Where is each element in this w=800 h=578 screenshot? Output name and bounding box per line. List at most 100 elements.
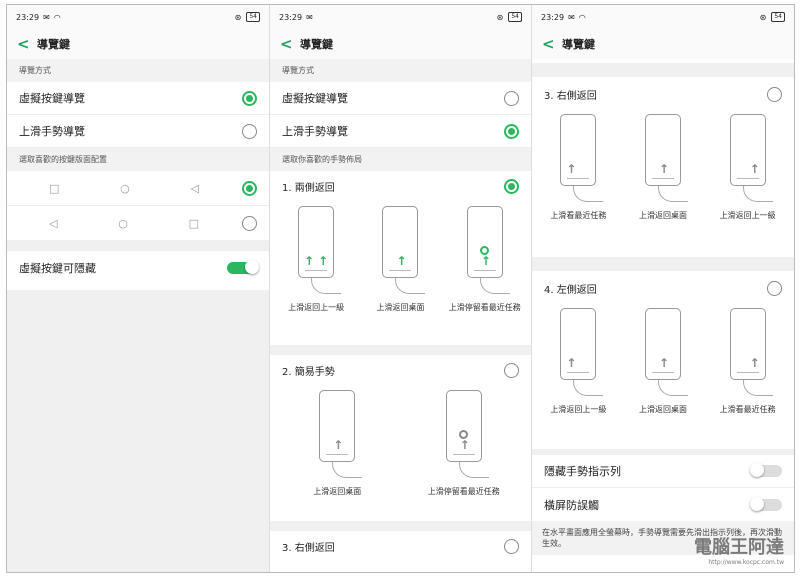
page-title: 導覽鍵 — [37, 38, 70, 51]
gesture-title: 3. 右側返回 — [282, 543, 335, 554]
back-icon[interactable]: < — [17, 35, 37, 53]
battery-icon: 54 — [246, 12, 260, 22]
toggle-label: 隱藏手勢指示列 — [544, 465, 621, 478]
gesture-caption: 上滑返回上一級 — [719, 211, 776, 220]
arrow-up-icon: ↑ — [304, 254, 315, 268]
option-virtual-keys[interactable]: 虛擬按鍵導覽 — [7, 82, 269, 115]
radio-selected[interactable] — [504, 123, 519, 139]
hideable-keys-row[interactable]: 虛擬按鍵可隱藏 — [7, 251, 269, 284]
watermark-text: 電腦王阿達 — [694, 537, 784, 558]
toggle-switch-off[interactable] — [750, 496, 782, 511]
gesture-illustration: ↑ 上滑返回桌面 — [360, 206, 440, 313]
vibrate-icon: ⊛ — [496, 12, 504, 22]
title-bar: < 導覽鍵 — [270, 29, 531, 59]
radio-unselected[interactable] — [767, 281, 782, 296]
arrow-up-icon: ↑ — [459, 438, 470, 452]
arrow-up-icon: ↑ — [749, 356, 760, 370]
key-layout-option-2[interactable]: ◁ ○ □ — [7, 206, 269, 241]
phone-icon: ↑ — [560, 114, 597, 186]
gesture-illustration: ↑ 上滑停留看最近任務 — [424, 390, 504, 497]
radio-selected[interactable] — [504, 179, 519, 194]
home-circle-icon: ○ — [118, 216, 128, 230]
home-circle-icon: ○ — [120, 181, 130, 195]
section-label: 導覽方式 — [270, 59, 531, 82]
gesture-caption: 上滑返回桌面 — [638, 211, 687, 220]
status-bar: 23:29 ✉ ◠ ⊛ 54 — [7, 5, 269, 29]
notification-icon: ✉ — [568, 12, 575, 22]
gesture-title: 4. 左側返回 — [544, 285, 597, 296]
gesture-title: 2. 簡易手勢 — [282, 367, 335, 378]
phone-icon: ↑ — [729, 308, 766, 380]
gesture-illustration: ↑ 上滑返回桌面 — [297, 390, 377, 497]
status-bar: 23:29 ✉ ◠ ⊛ 54 — [532, 5, 794, 29]
status-bar: 23:29 ✉ ⊛ 54 — [270, 5, 531, 29]
section-label: 導覽方式 — [7, 59, 269, 82]
battery-icon: 54 — [771, 12, 785, 22]
landscape-anti-touch-row[interactable]: 橫屏防誤觸 — [532, 488, 794, 521]
recents-square-icon: □ — [49, 181, 60, 195]
key-layout-option-1[interactable]: □ ○ ◁ — [7, 171, 269, 206]
arrow-up-icon: ↑ — [566, 356, 577, 370]
option-swipe-gestures[interactable]: 上滑手勢導覽 — [7, 115, 269, 148]
radio-unselected[interactable] — [504, 539, 519, 554]
radio-unselected[interactable] — [767, 87, 782, 102]
arrow-up-icon: ↑ — [480, 254, 491, 268]
section-label: 選取喜歡的按鍵版面配置 — [7, 148, 269, 171]
gesture-layout-simple[interactable]: 2. 簡易手勢 ↑ 上滑返回桌面 ↑ 上滑停留看最近任務 — [270, 355, 531, 521]
recents-square-icon: □ — [188, 216, 199, 230]
radio-selected[interactable] — [242, 180, 257, 196]
vibrate-icon: ⊛ — [759, 12, 767, 22]
divider — [532, 257, 794, 271]
arrow-up-icon: ↑ — [396, 254, 407, 268]
phone-icon: ↑ — [466, 206, 503, 278]
arrow-up-icon: ↑ — [318, 254, 329, 268]
back-triangle-icon: ◁ — [190, 181, 199, 195]
gesture-title: 3. 右側返回 — [544, 91, 597, 102]
toggle-label: 虛擬按鍵可隱藏 — [19, 261, 96, 275]
phone-icon: ↑ — [560, 308, 597, 380]
wifi-icon: ◠ — [578, 12, 586, 22]
toggle-switch-off[interactable] — [750, 463, 782, 477]
section-label: 選取你喜歡的手勢佈局 — [270, 148, 531, 171]
gesture-illustration: ↑ 上滑返回上一級 — [708, 114, 788, 221]
phone-icon: ↑ — [729, 114, 766, 186]
divider — [270, 345, 531, 355]
option-swipe-gestures[interactable]: 上滑手勢導覽 — [270, 115, 531, 148]
phone-icon: ↑ — [644, 114, 681, 186]
page-title: 導覽鍵 — [562, 38, 595, 51]
title-bar: < 導覽鍵 — [7, 29, 269, 59]
back-triangle-icon: ◁ — [49, 216, 58, 230]
radio-selected[interactable] — [242, 90, 257, 106]
key-layout-preview: ◁ ○ □ — [19, 217, 209, 230]
gesture-layout-both-sides[interactable]: 1. 兩側返回 ↑ ↑ 上滑返回上一級 ↑ 上滑返回桌面 ↑ 上滑停留看最近任務 — [270, 171, 531, 345]
radio-unselected[interactable] — [504, 363, 519, 378]
radio-unselected[interactable] — [242, 123, 257, 139]
notification-icon: ✉ — [43, 12, 50, 22]
battery-icon: 54 — [508, 12, 522, 22]
gesture-layout-right[interactable]: 3. 右側返回 ↑ 上滑看最近任務 ↑ 上滑返回桌面 ↑ 上滑返回上一級 — [532, 77, 794, 257]
divider — [7, 241, 269, 251]
option-label: 虛擬按鍵導覽 — [282, 92, 348, 105]
phone-icon: ↑ — [644, 308, 681, 380]
gesture-illustration: ↑ 上滑看最近任務 — [538, 114, 618, 221]
back-icon[interactable]: < — [280, 35, 300, 53]
phone-icon: ↑ — [319, 390, 356, 462]
toggle-switch-on[interactable] — [227, 259, 259, 274]
gesture-caption: 上滑看最近任務 — [550, 211, 607, 220]
notification-icon: ✉ — [306, 12, 313, 22]
wifi-icon: ◠ — [53, 12, 61, 22]
radio-unselected[interactable] — [242, 215, 257, 231]
gesture-caption: 上滑停留看最近任務 — [427, 487, 500, 496]
gesture-layout-right[interactable]: 3. 右側返回 — [270, 531, 531, 561]
vibrate-icon: ⊛ — [234, 12, 242, 22]
hide-indicator-row[interactable]: 隱藏手勢指示列 — [532, 455, 794, 488]
arrow-up-icon: ↑ — [749, 162, 760, 176]
option-virtual-keys[interactable]: 虛擬按鍵導覽 — [270, 82, 531, 115]
gesture-layout-left[interactable]: 4. 左側返回 ↑ 上滑返回上一級 ↑ 上滑返回桌面 ↑ 上滑看最近任務 — [532, 271, 794, 449]
back-icon[interactable]: < — [542, 35, 562, 53]
radio-unselected[interactable] — [504, 90, 519, 106]
empty-area — [7, 290, 269, 572]
option-label: 上滑手勢導覽 — [282, 125, 348, 138]
gesture-illustration: ↑ 上滑返回桌面 — [623, 308, 703, 415]
status-time: 23:29 — [541, 12, 565, 22]
